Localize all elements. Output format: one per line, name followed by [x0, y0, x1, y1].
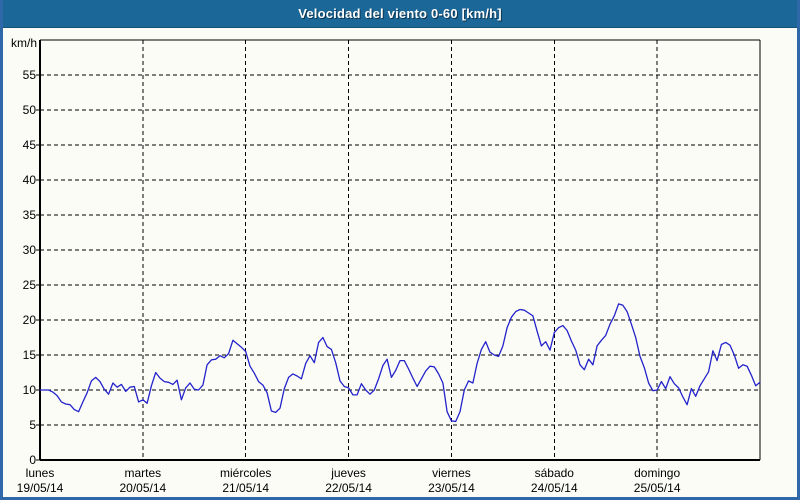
day-name-label: lunes — [25, 466, 55, 480]
x-day-label: domingo 25/05/14 — [602, 466, 712, 496]
chart-title-bar: Velocidad del viento 0-60 [km/h] — [3, 0, 797, 28]
day-date-label: 22/05/14 — [325, 481, 372, 495]
y-tick-label: 10 — [22, 383, 36, 397]
chart-title: Velocidad del viento 0-60 [km/h] — [298, 6, 502, 21]
x-day-label: sábado 24/05/14 — [499, 466, 609, 496]
day-date-label: 19/05/14 — [16, 481, 64, 495]
y-tick-label: 45 — [22, 138, 36, 152]
y-tick-label: 0 — [29, 453, 36, 467]
wind-speed-line — [39, 303, 761, 423]
day-name-label: miércoles — [220, 466, 272, 480]
day-name-label: jueves — [331, 466, 366, 480]
y-tick-label: 20 — [22, 313, 36, 327]
y-tick-label: 50 — [22, 103, 36, 117]
x-day-label: miércoles 21/05/14 — [191, 466, 301, 496]
y-tick-label: 25 — [22, 278, 36, 292]
y-tick-label: 30 — [22, 243, 36, 257]
y-tick-label: 15 — [22, 348, 36, 362]
x-day-label: jueves 22/05/14 — [294, 466, 404, 496]
wind-chart-window: km/h 0 5 10 15 20 25 30 35 40 45 50 55 lunes 19/05/14… — [0, 0, 800, 500]
y-tick-label: 55 — [22, 68, 36, 82]
x-day-label: martes 20/05/14 — [88, 466, 198, 496]
day-name-label: viernes — [432, 466, 471, 480]
day-date-label: 21/05/14 — [222, 481, 270, 495]
day-date-label: 25/05/14 — [633, 481, 681, 495]
day-name-label: domingo — [634, 466, 681, 480]
day-name-label: sábado — [534, 466, 574, 480]
day-date-label: 23/05/14 — [428, 481, 475, 495]
day-date-label: 20/05/14 — [119, 481, 167, 495]
chart-area: km/h 0 5 10 15 20 25 30 35 40 45 50 55 lunes 19/05/14… — [3, 0, 797, 497]
x-day-label: lunes 19/05/14 — [3, 466, 95, 496]
x-day-label: viernes 23/05/14 — [396, 466, 506, 496]
y-axis-unit-label: km/h — [10, 36, 37, 50]
y-tick-label: 35 — [22, 208, 36, 222]
y-tick-label: 40 — [22, 173, 36, 187]
y-tick-label: 5 — [29, 418, 36, 432]
wind-speed-chart — [36, 39, 761, 461]
day-date-label: 24/05/14 — [530, 481, 578, 495]
day-name-label: martes — [124, 466, 162, 480]
